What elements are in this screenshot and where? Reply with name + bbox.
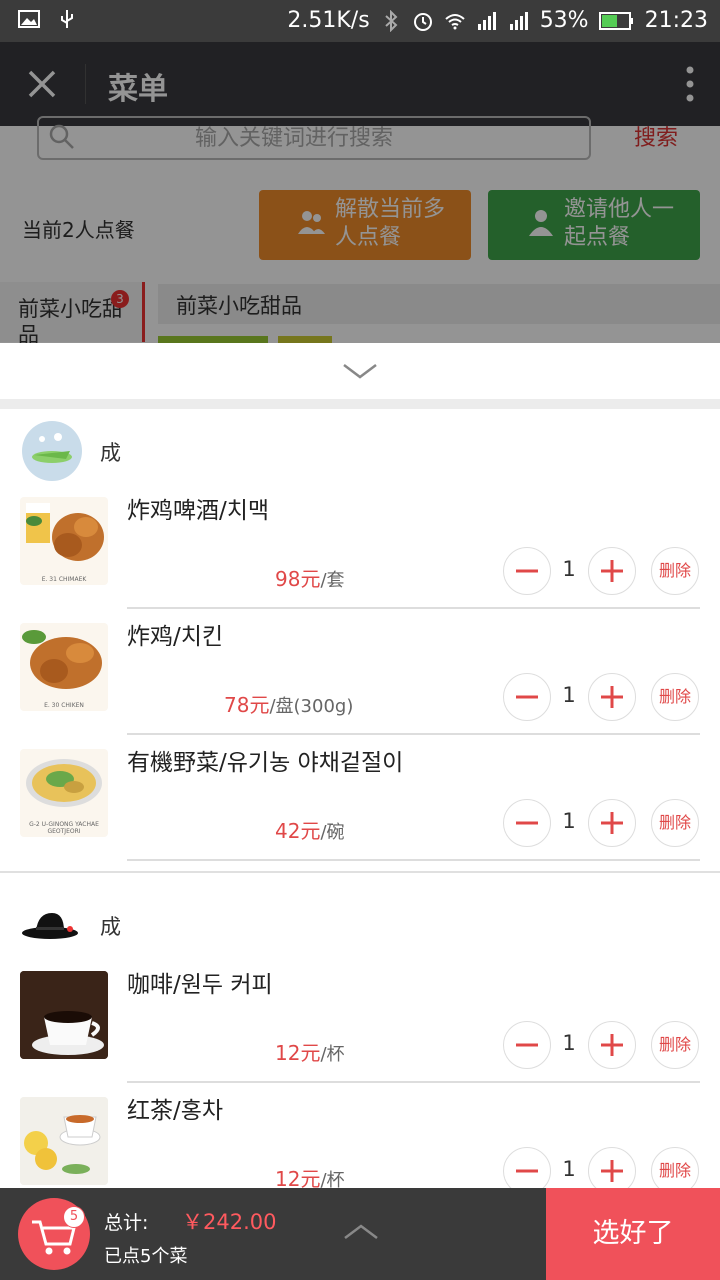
coffee-image	[20, 971, 108, 1059]
checkout-bar: 5 总计: ￥242.00 已点5个菜 选好了	[0, 1188, 720, 1280]
delete-button[interactable]: 删除	[651, 799, 699, 847]
tea-image	[20, 1097, 108, 1185]
item-name: 红茶/홍차	[127, 1098, 224, 1124]
cart-panel: 成 E. 31 CHIMAEK 炸鸡啤酒/치맥 98元/套 1 删除 E. 30…	[0, 343, 720, 1188]
food-thumbnail: E. 30 CHIKEN	[20, 623, 108, 711]
divider	[0, 871, 720, 873]
decrease-button[interactable]	[503, 1147, 551, 1188]
increase-button[interactable]	[588, 1021, 636, 1069]
divider	[127, 859, 700, 861]
list-item: 咖啡/원두 커피 12元/杯 1 删除	[0, 957, 720, 1083]
minus-icon	[516, 821, 538, 825]
minus-icon	[516, 1169, 538, 1173]
battery-icon	[598, 11, 633, 30]
decrease-button[interactable]	[503, 547, 551, 595]
quantity-value: 1	[562, 1031, 576, 1055]
increase-button[interactable]	[588, 673, 636, 721]
owner-name: 成	[100, 441, 121, 465]
avatar	[22, 421, 82, 481]
fried-chicken-beer-image	[26, 503, 104, 561]
increase-button[interactable]	[588, 799, 636, 847]
confirm-button[interactable]: 选好了	[546, 1188, 720, 1280]
signal-icon	[477, 11, 496, 30]
ordered-count: 已点5个菜	[104, 1246, 188, 1267]
wifi-icon	[445, 13, 465, 29]
quantity-value: 1	[562, 1157, 576, 1181]
item-name: 咖啡/원두 커피	[127, 972, 273, 998]
decrease-button[interactable]	[503, 673, 551, 721]
item-name: 炸鸡/치킨	[127, 624, 224, 650]
food-thumbnail: G-2 U-GINONG YACHAE GEOTJEORI	[20, 749, 108, 837]
plus-icon	[601, 1034, 623, 1056]
usb-icon	[61, 10, 73, 28]
item-price: 12元/杯	[275, 1041, 345, 1065]
chevron-down-icon	[343, 364, 377, 379]
plus-icon	[601, 560, 623, 582]
dim-overlay[interactable]	[0, 42, 720, 343]
increase-button[interactable]	[588, 1147, 636, 1188]
crocodile-avatar-icon	[32, 433, 72, 463]
delete-button[interactable]: 删除	[651, 1147, 699, 1188]
list-item: G-2 U-GINONG YACHAE GEOTJEORI 有機野菜/유기농 야…	[0, 735, 720, 861]
quantity-value: 1	[562, 557, 576, 581]
decrease-button[interactable]	[503, 799, 551, 847]
food-thumbnail	[20, 1097, 108, 1185]
minus-icon	[516, 569, 538, 573]
item-price: 12元/杯	[275, 1167, 345, 1188]
food-thumbnail	[20, 971, 108, 1059]
delete-button[interactable]: 删除	[651, 673, 699, 721]
divider	[0, 399, 720, 409]
minus-icon	[516, 1043, 538, 1047]
thumb-caption: G-2 U-GINONG YACHAE GEOTJEORI	[29, 821, 99, 835]
plus-icon	[601, 812, 623, 834]
signal-icon	[509, 11, 528, 30]
owner-name: 成	[100, 915, 121, 939]
bluetooth-icon	[385, 9, 398, 32]
food-thumbnail: E. 31 CHIMAEK	[20, 497, 108, 585]
increase-button[interactable]	[588, 547, 636, 595]
cart-count-badge: 5	[63, 1206, 85, 1228]
status-bar: 2.51K/s 53% 21:23	[0, 0, 720, 42]
decrease-button[interactable]	[503, 1021, 551, 1069]
item-name: 炸鸡啤酒/치맥	[127, 498, 270, 524]
quantity-value: 1	[562, 683, 576, 707]
total-value: ￥242.00	[182, 1210, 277, 1234]
fried-chicken-image	[22, 630, 102, 689]
total-label: 总计:	[104, 1212, 149, 1234]
hat-avatar-icon	[22, 913, 78, 939]
battery-percent: 53%	[539, 8, 589, 33]
collapse-button[interactable]	[0, 343, 720, 399]
network-speed: 2.51K/s	[287, 8, 370, 33]
quantity-value: 1	[562, 809, 576, 833]
alarm-icon	[413, 12, 432, 31]
item-price: 98元/套	[275, 567, 345, 591]
plus-icon	[601, 1160, 623, 1182]
list-item: 红茶/홍차 12元/杯 1 删除	[0, 1083, 720, 1188]
item-price: 42元/碗	[275, 819, 345, 843]
list-item: E. 30 CHIKEN 炸鸡/치킨 78元/盘(300g) 1 删除	[0, 609, 720, 735]
delete-button[interactable]: 删除	[651, 1021, 699, 1069]
clock: 21:23	[644, 8, 708, 33]
chevron-up-icon[interactable]	[343, 1224, 379, 1240]
item-price: 78元/盘(300g)	[224, 693, 354, 717]
delete-button[interactable]: 删除	[651, 547, 699, 595]
image-icon	[18, 10, 40, 28]
minus-icon	[516, 695, 538, 699]
item-name: 有機野菜/유기농 야채겉절이	[127, 750, 404, 776]
list-item: E. 31 CHIMAEK 炸鸡啤酒/치맥 98元/套 1 删除	[0, 483, 720, 609]
thumb-caption: E. 31 CHIMAEK	[41, 576, 87, 583]
plus-icon	[601, 686, 623, 708]
avatar	[22, 895, 82, 955]
thumb-caption: E. 30 CHIKEN	[44, 702, 84, 709]
